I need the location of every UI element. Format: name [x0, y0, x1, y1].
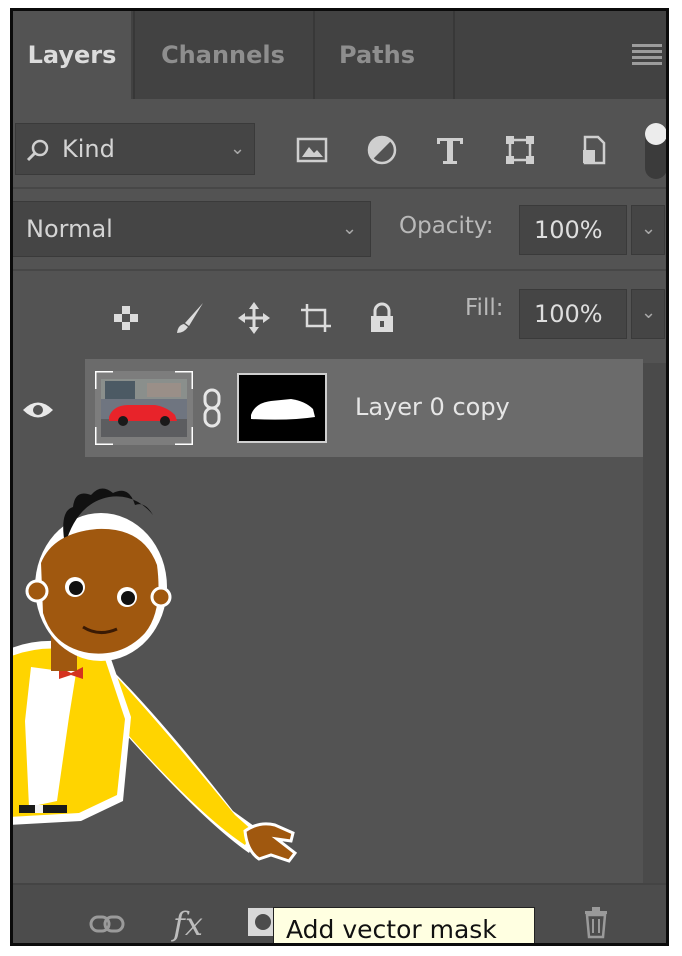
car-mask-shape: [251, 399, 315, 420]
chevron-down-icon: ⌄: [342, 218, 358, 239]
tab-paths[interactable]: Paths: [315, 11, 439, 99]
type-layer-filter-icon[interactable]: [433, 133, 467, 167]
lock-all-icon[interactable]: [365, 301, 399, 335]
fill-label: Fill:: [465, 295, 504, 321]
search-icon: [26, 139, 49, 162]
fill-input[interactable]: 100%: [519, 289, 627, 339]
layer-visibility-eye-icon[interactable]: [21, 399, 55, 421]
chevron-down-icon: ⌄: [641, 302, 657, 323]
chevron-down-icon: ⌄: [230, 138, 246, 159]
tooltip-add-vector-mask: Add vector mask: [273, 907, 535, 943]
lock-image-pixels-brush-icon[interactable]: [173, 301, 207, 335]
link-layers-icon[interactable]: [89, 913, 125, 935]
filter-kind-label: Kind: [62, 135, 115, 163]
lock-position-move-icon[interactable]: [237, 301, 271, 335]
adjustment-layer-filter-icon[interactable]: [365, 133, 399, 167]
panel-menu-icon[interactable]: [632, 44, 662, 66]
tab-layers[interactable]: Layers: [13, 11, 131, 99]
layer-row[interactable]: Layer 0 copy: [85, 359, 643, 457]
layer-name[interactable]: Layer 0 copy: [355, 393, 510, 421]
opacity-input[interactable]: 100%: [519, 205, 627, 255]
pixel-layer-filter-icon[interactable]: [295, 133, 329, 167]
tab-channels[interactable]: Channels: [135, 11, 311, 99]
filter-toggle-switch[interactable]: [643, 121, 669, 181]
chevron-down-icon: ⌄: [641, 218, 657, 239]
tab-bar: Layers Channels Paths: [13, 11, 666, 99]
layer-mask-thumbnail[interactable]: [237, 373, 327, 443]
mask-link-chain-icon[interactable]: [199, 387, 225, 429]
opacity-label: Opacity:: [399, 213, 494, 239]
blend-mode-select[interactable]: Normal ⌄: [13, 201, 371, 257]
layer-image-thumbnail[interactable]: [95, 371, 193, 445]
smart-object-filter-icon[interactable]: [577, 133, 611, 167]
delete-layer-trash-icon[interactable]: [581, 905, 611, 939]
lock-transparent-pixels-icon[interactable]: [109, 301, 143, 335]
layers-scrollbar[interactable]: [643, 363, 666, 883]
shape-layer-filter-icon[interactable]: [503, 133, 537, 167]
opacity-dropdown-button[interactable]: ⌄: [631, 205, 665, 255]
cartoon-character-illustration: [13, 488, 298, 863]
lock-artboard-icon[interactable]: [299, 301, 333, 335]
fill-dropdown-button[interactable]: ⌄: [631, 289, 665, 339]
filter-kind-select[interactable]: Kind ⌄: [15, 123, 255, 175]
layers-panel: Layers Channels Paths Kind ⌄ Normal ⌄ Op…: [10, 8, 669, 946]
blend-mode-value: Normal: [26, 215, 113, 243]
layer-style-fx-icon[interactable]: fx: [173, 905, 203, 943]
